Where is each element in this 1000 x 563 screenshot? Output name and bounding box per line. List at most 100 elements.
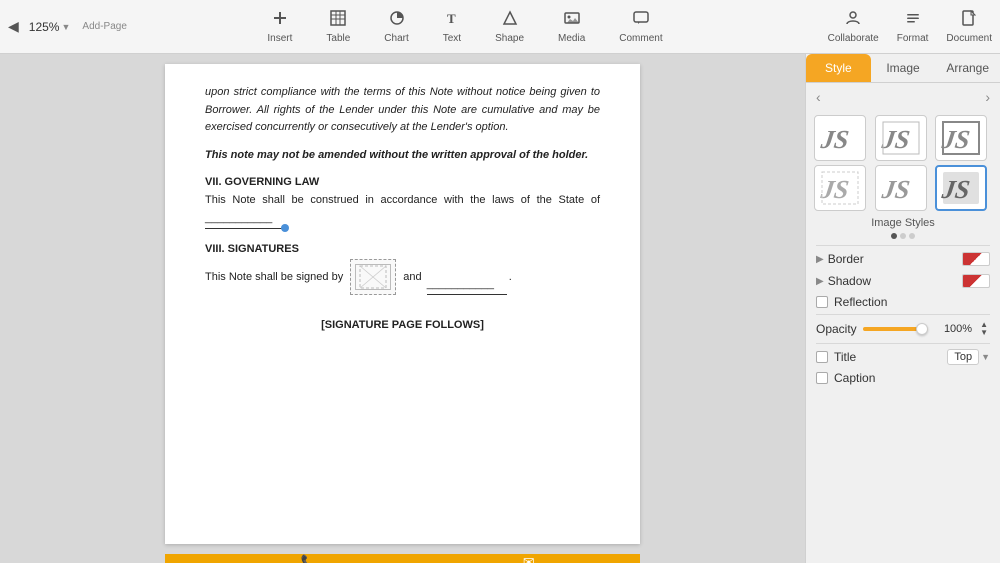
comment-icon — [633, 10, 649, 31]
comment-label: Comment — [619, 33, 662, 44]
style-thumbnails: JS JS JS JS JS JS — [806, 111, 1000, 215]
signature-image-placeholder[interactable] — [350, 259, 396, 295]
toolbar-shape[interactable]: Shape — [487, 6, 532, 48]
style-thumb-6[interactable]: JS — [935, 165, 987, 211]
document-page: upon strict compliance with the terms of… — [165, 64, 640, 544]
border-label: Border — [828, 252, 864, 266]
signature-page-follows: [SIGNATURE PAGE FOLLOWS] — [205, 319, 600, 331]
shadow-label: Shadow — [828, 274, 871, 288]
toolbar-chart[interactable]: Chart — [376, 6, 416, 48]
reflection-checkbox[interactable] — [816, 296, 828, 308]
shape-label: Shape — [495, 33, 524, 44]
toolbar-text[interactable]: T Text — [435, 6, 469, 48]
doc-paragraph-bold: This note may not be amended without the… — [205, 147, 600, 165]
table-label: Table — [326, 33, 350, 44]
opacity-down-button[interactable]: ▼ — [978, 329, 990, 337]
tab-style[interactable]: Style — [806, 54, 871, 82]
media-icon — [564, 10, 580, 31]
svg-text:JS: JS — [881, 175, 912, 204]
caption-row: Caption — [806, 368, 1000, 388]
opacity-stepper: ▲ ▼ — [978, 321, 990, 337]
section-signatures: VIII. SIGNATURES — [205, 243, 600, 255]
svg-text:JS: JS — [881, 125, 912, 154]
style-thumb-4[interactable]: JS — [814, 165, 866, 211]
add-page-button[interactable]: Add-Page — [82, 21, 126, 32]
divider-1 — [816, 245, 990, 246]
next-style-button[interactable]: › — [981, 87, 994, 107]
footer-email: ✉ contact@larsen.co — [487, 554, 570, 563]
style-thumb-5[interactable]: JS — [875, 165, 927, 211]
opacity-value: 100% — [934, 323, 972, 335]
caption-checkbox[interactable] — [816, 372, 828, 384]
title-row: Title Top ▼ — [806, 346, 1000, 368]
signature-blank-2: ___________ — [427, 276, 507, 295]
shadow-right — [962, 274, 990, 288]
email-icon: ✉ — [523, 554, 535, 563]
panel-tabs: Style Image Arrange — [806, 54, 1000, 83]
doc-signatures-text: This Note shall be signed by and _______… — [205, 259, 600, 295]
style-thumb-3[interactable]: JS — [935, 115, 987, 161]
title-checkbox[interactable] — [816, 351, 828, 363]
footer-banner: 📞 +1(555)34-34322 ✉ contact@larsen.co — [165, 554, 640, 563]
doc-paragraph-1: upon strict compliance with the terms of… — [205, 84, 600, 137]
format-label: Format — [897, 33, 929, 44]
title-position-value: Top — [947, 349, 979, 365]
style-nav: ‹ › — [806, 83, 1000, 111]
divider-3 — [816, 343, 990, 344]
toolbar-left: ◀ 125% ▼ Add-Page — [8, 18, 138, 35]
collaborate-button[interactable]: Collaborate — [828, 10, 879, 44]
dot-3 — [909, 233, 915, 239]
document-label: Document — [946, 33, 992, 44]
opacity-label: Opacity — [816, 322, 857, 336]
text-icon: T — [444, 10, 460, 31]
toolbar-table[interactable]: Table — [318, 6, 358, 48]
collaborate-label: Collaborate — [828, 33, 879, 44]
style-thumb-2[interactable]: JS — [875, 115, 927, 161]
opacity-row: Opacity 100% ▲ ▼ — [806, 317, 1000, 341]
caption-label: Caption — [834, 371, 875, 385]
tab-arrange[interactable]: Arrange — [935, 54, 1000, 82]
border-row[interactable]: ▶ Border — [806, 248, 1000, 270]
text-label: Text — [443, 33, 461, 44]
zoom-control[interactable]: 125% ▼ — [29, 20, 71, 34]
media-label: Media — [558, 33, 585, 44]
tab-image[interactable]: Image — [871, 54, 936, 82]
state-blank[interactable]: ___________ — [205, 210, 285, 229]
insert-icon — [272, 10, 288, 31]
document-button[interactable]: Document — [946, 10, 992, 44]
toolbar-comment[interactable]: Comment — [611, 6, 670, 48]
shape-icon — [502, 10, 518, 31]
image-styles-label: Image Styles — [806, 215, 1000, 233]
dot-1 — [891, 233, 897, 239]
apple-icon: ◀ — [8, 18, 19, 35]
shadow-color-swatch[interactable] — [962, 274, 990, 288]
title-left: Title — [816, 350, 856, 364]
cursor — [281, 224, 289, 232]
title-position-control: Top ▼ — [947, 349, 990, 365]
toolbar-media[interactable]: Media — [550, 6, 593, 48]
main-area: upon strict compliance with the terms of… — [0, 54, 1000, 563]
toolbar-center: Insert Table Chart T Text Shape — [138, 6, 792, 48]
shadow-row[interactable]: ▶ Shadow — [806, 270, 1000, 292]
document-icon — [962, 10, 976, 31]
border-color-swatch[interactable] — [962, 252, 990, 266]
insert-label: Insert — [267, 33, 292, 44]
border-chevron: ▶ — [816, 254, 824, 265]
style-thumb-1[interactable]: JS — [814, 115, 866, 161]
reflection-label: Reflection — [834, 295, 887, 309]
footer-phone: 📞 +1(555)34-34322 — [271, 554, 348, 563]
toolbar-insert[interactable]: Insert — [259, 6, 300, 48]
footer-arc — [165, 554, 201, 563]
toolbar: ◀ 125% ▼ Add-Page Insert Table Chart — [0, 0, 1000, 54]
format-icon — [905, 10, 921, 31]
image-styles-dots — [806, 233, 1000, 239]
opacity-thumb[interactable] — [916, 323, 928, 335]
prev-style-button[interactable]: ‹ — [812, 87, 825, 107]
document-area[interactable]: upon strict compliance with the terms of… — [0, 54, 805, 563]
opacity-slider[interactable] — [863, 327, 928, 331]
svg-text:JS: JS — [941, 175, 972, 204]
format-button[interactable]: Format — [897, 10, 929, 44]
phone-icon: 📞 — [301, 554, 318, 563]
chart-label: Chart — [384, 33, 408, 44]
chart-icon — [389, 10, 405, 31]
